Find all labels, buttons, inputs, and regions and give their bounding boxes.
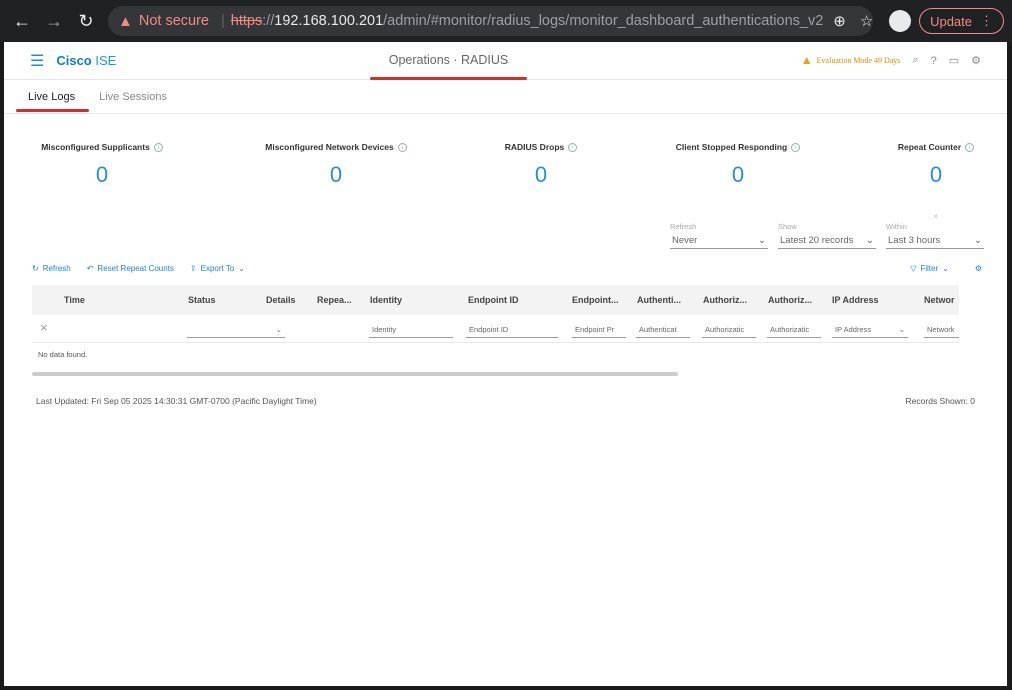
authorization-policy-filter-input[interactable]: Authorizatic [702,322,756,338]
reload-icon[interactable]: ↻ [72,7,100,35]
log-toolbar: ↻ Refresh ↶ Reset Repeat Counts ⇪ Export To… [32,264,982,273]
page-title: Operations · RADIUS [388,53,509,67]
live-logs-table: Time Status Details Repea... Identity En… [32,285,959,366]
info-icon: i [965,143,975,153]
url-path: /admin/#monitor/radius_logs/monitor_dash… [383,13,824,29]
counter-client-stopped-responding[interactable]: Client Stopped Responding i 0 [666,142,810,188]
column-header[interactable]: Authoriz... [768,295,812,305]
filter-button[interactable]: ▽ Filter ⌄ [910,264,949,273]
column-header[interactable]: Authenti... [637,295,681,305]
column-header[interactable]: Authoriz... [703,295,747,305]
identity-filter-input[interactable]: Identity [369,322,453,338]
chevron-down-icon: ⌄ [898,325,905,334]
column-header[interactable]: Identity [370,295,402,305]
export-to-button[interactable]: ⇪ Export To ⌄ [190,264,245,273]
refresh-select[interactable]: Refresh Never ⌄ [670,222,768,249]
clear-filters-icon[interactable]: × [40,320,48,335]
info-icon: i [568,143,578,153]
column-header[interactable]: IP Address [832,295,879,305]
network-filter-input[interactable]: Network [924,322,959,338]
show-select[interactable]: Show Latest 20 records ⌄ [778,222,876,249]
info-icon: i [791,143,801,153]
tab-live-sessions[interactable]: Live Sessions [99,91,167,103]
chevron-down-icon: ⌄ [275,325,282,334]
column-header[interactable]: Status [188,295,216,305]
profile-avatar[interactable] [889,10,912,32]
tab-live-logs[interactable]: Live Logs [28,91,75,103]
address-bar[interactable]: ▲ Not secure | https://192.168.100.201/a… [108,6,874,36]
column-header[interactable]: Details [266,295,296,305]
forward-arrow-icon[interactable]: → [40,7,68,35]
not-secure-label[interactable]: Not secure [139,13,209,29]
help-icon[interactable]: ? [931,55,937,67]
ise-page: ☰ Cisco ISE Operations · RADIUS ▲ Evaluat… [4,42,1007,686]
filter-icon: ▽ [910,264,917,273]
address-separator: | [220,13,225,29]
refresh-button[interactable]: ↻ Refresh [32,264,71,273]
time-filters: Refresh Never ⌄ Show Latest 20 records ⌄ ×… [670,212,984,249]
ip-address-filter-select[interactable]: IP Address ⌄ [832,322,908,338]
search-icon[interactable]: ⌕ [912,54,918,67]
update-label: Update [930,13,972,29]
counter-strip: Misconfigured Supplicants i 0 Misconfigur… [4,142,1007,202]
url-host: 192.168.100.201 [274,13,384,29]
horizontal-scrollbar[interactable] [32,372,678,376]
url-scheme: https [230,13,263,29]
empty-message: No data found. [38,350,88,359]
active-tab-underline [16,109,89,112]
chevron-down-icon: ⌄ [866,235,874,246]
reset-icon: ↶ [86,264,94,273]
authentication-filter-input[interactable]: Authenticat [636,322,690,338]
gear-icon[interactable]: ⚙ [971,54,981,67]
table-header: Time Status Details Repea... Identity En… [32,285,959,315]
top-nav: ☰ Cisco ISE Operations · RADIUS ▲ Evaluat… [4,42,1007,80]
column-header[interactable]: Time [64,295,85,305]
kebab-menu-icon: ⋮ [980,13,993,28]
filter-row: × ⌄ Identity Endpoint ID Endpoint Pr Aut… [32,315,959,343]
counter-repeat-counter[interactable]: Repeat Counter i 0 [890,142,982,188]
chevron-down-icon: ⌄ [758,235,766,246]
zoom-icon[interactable]: ⊕ [833,12,846,30]
within-select[interactable]: × Within Last 3 hours ⌄ [886,212,984,249]
back-arrow-icon[interactable]: ← [8,7,36,35]
chevron-down-icon: ⌄ [974,235,982,246]
export-icon: ⇪ [189,264,197,273]
url-host-separator: :// [262,13,275,29]
authorization-profile-filter-input[interactable]: Authorizatic [767,322,821,338]
brand-logo[interactable]: Cisco ISE [56,53,116,68]
update-button[interactable]: Update ⋮ [919,8,1004,34]
reset-repeat-counts-button[interactable]: ↶ Reset Repeat Counts [87,264,174,273]
column-header[interactable]: Endpoint ID [468,295,519,305]
warning-triangle-icon: ▲ [118,12,133,30]
column-header[interactable]: Endpoint... [572,295,619,305]
refresh-icon: ↻ [32,264,39,273]
counter-radius-drops[interactable]: RADIUS Drops i 0 [500,142,582,188]
chevron-down-icon: ⌄ [238,264,245,273]
status-filter-select[interactable]: ⌄ [187,322,285,338]
evaluation-badge[interactable]: ▲ Evaluation Mode 49 Days [801,53,901,68]
column-header[interactable]: Repea... [317,295,352,305]
chevron-down-icon: ⌄ [942,264,949,273]
column-header[interactable]: Networ [924,295,955,305]
browser-toolbar: ← → ↻ ▲ Not secure | https://192.168.100… [0,0,1012,42]
info-icon: i [397,143,407,153]
context-visibility-icon[interactable]: ▭ [949,54,959,67]
table-settings-icon[interactable]: ⚙ [975,264,982,273]
last-updated: Last Updated: Fri Sep 05 2025 14:30:31 G… [36,396,317,406]
counter-misconfigured-network-devices[interactable]: Misconfigured Network Devices i 0 [254,142,418,188]
bookmark-star-icon[interactable]: ☆ [860,12,873,30]
endpoint-profile-filter-input[interactable]: Endpoint Pr [572,322,626,338]
warning-icon: ▲ [800,53,813,67]
endpoint-id-filter-input[interactable]: Endpoint ID [466,322,558,338]
counter-misconfigured-supplicants[interactable]: Misconfigured Supplicants i 0 [32,142,172,188]
info-icon: i [153,143,163,153]
sub-tabs: Live Logs Live Sessions [4,80,1007,114]
clear-icon[interactable]: × [933,212,938,221]
hamburger-menu-icon[interactable]: ☰ [30,51,44,71]
records-shown: Records Shown: 0 [905,396,975,406]
